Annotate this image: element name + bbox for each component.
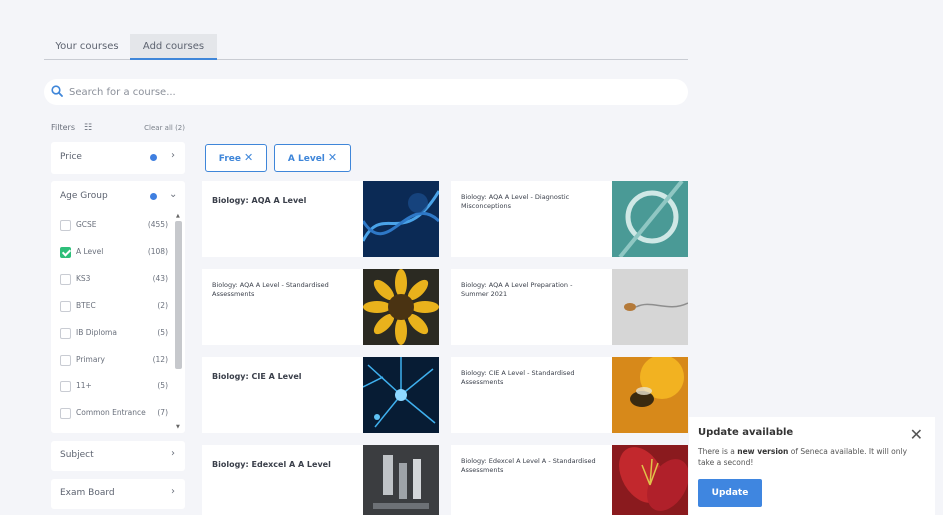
option-count: (455)	[147, 220, 168, 229]
filters-header: Filters ☷ Clear all (2)	[51, 123, 185, 135]
option-count: (7)	[157, 408, 168, 417]
toast-message: There is a new version of Seneca availab…	[698, 446, 918, 468]
scroll-down-arrow[interactable]: ▼	[176, 424, 180, 430]
age-group-scrollbar[interactable]: ▲ ▼	[174, 213, 183, 431]
clear-all-link[interactable]: Clear all (2)	[144, 124, 185, 132]
option-label: GCSE	[76, 220, 97, 229]
age-option-11-plus[interactable]: 11+ (5)	[60, 380, 168, 394]
close-icon[interactable]: ✕	[910, 425, 923, 444]
chip-free[interactable]: Free ✕	[205, 144, 267, 172]
checkbox[interactable]	[60, 301, 71, 312]
close-icon[interactable]: ✕	[244, 151, 253, 164]
filter-subject[interactable]: Subject ›	[51, 441, 185, 471]
dna-helix-image	[363, 181, 439, 257]
course-card[interactable]: Biology: CIE A Level	[202, 357, 439, 433]
toast-message-pre: There is a	[698, 447, 735, 456]
option-count: (43)	[152, 274, 168, 283]
filter-age-group: Age Group ⌄ GCSE (455) A Level (108) KS3…	[51, 181, 185, 433]
option-count: (5)	[157, 328, 168, 337]
microscope-image	[363, 445, 439, 515]
course-title: Biology: AQA A Level Preparation - Summe…	[461, 281, 573, 298]
tab-add-courses[interactable]: Add courses	[130, 34, 217, 60]
option-label: 11+	[76, 381, 92, 390]
age-option-common-entrance[interactable]: Common Entrance (7)	[60, 407, 168, 421]
tab-your-courses[interactable]: Your courses	[44, 34, 130, 60]
filter-exam-board[interactable]: Exam Board ›	[51, 479, 185, 509]
option-label: BTEC	[76, 301, 96, 310]
checkbox[interactable]	[60, 220, 71, 231]
chip-label: A Level	[287, 154, 325, 164]
course-card[interactable]: Biology: Edexcel A A Level	[202, 445, 439, 515]
chip-a-level[interactable]: A Level ✕	[274, 144, 351, 172]
chevron-right-icon: ›	[171, 150, 175, 161]
option-label: Common Entrance	[76, 408, 146, 417]
course-title: Biology: AQA A Level - Diagnostic Miscon…	[461, 193, 570, 210]
filters-label: Filters	[51, 123, 75, 132]
search-input[interactable]	[69, 83, 669, 101]
checkbox[interactable]	[60, 381, 71, 392]
active-filter-dot	[150, 193, 157, 200]
filter-subject-title: Subject	[60, 450, 94, 460]
bee-on-flower-image	[612, 357, 688, 433]
scroll-up-arrow[interactable]: ▲	[176, 213, 180, 219]
toast-title: Update available	[698, 427, 794, 438]
age-option-btec[interactable]: BTEC (2)	[60, 300, 168, 314]
course-title: Biology: AQA A Level	[212, 196, 307, 205]
filter-exam-board-title: Exam Board	[60, 488, 115, 498]
dna-circle-image	[612, 181, 688, 257]
course-tabs: Your courses Add courses	[44, 34, 688, 60]
scrollbar-thumb[interactable]	[175, 221, 182, 369]
option-label: A Level	[76, 247, 104, 256]
course-title: Biology: Edexcel A Level A - Standardise…	[461, 457, 596, 474]
age-option-primary[interactable]: Primary (12)	[60, 354, 168, 368]
filter-age-group-title[interactable]: Age Group	[60, 191, 108, 201]
course-title: Biology: Edexcel A A Level	[212, 460, 331, 469]
course-card[interactable]: Biology: CIE A Level - Standardised Asse…	[451, 357, 688, 433]
age-option-ib-diploma[interactable]: IB Diploma (5)	[60, 327, 168, 341]
course-card[interactable]: Biology: AQA A Level - Diagnostic Miscon…	[451, 181, 688, 257]
checkbox-checked[interactable]	[60, 247, 71, 258]
option-label: KS3	[76, 274, 91, 283]
update-button[interactable]: Update	[698, 479, 762, 507]
chevron-down-icon[interactable]: ⌄	[169, 189, 177, 200]
filter-price-title: Price	[60, 152, 82, 162]
toast-message-bold: new version	[737, 447, 789, 456]
checkbox[interactable]	[60, 274, 71, 285]
course-card[interactable]: Biology: AQA A Level Preparation - Summe…	[451, 269, 688, 345]
age-option-a-level[interactable]: A Level (108)	[60, 246, 168, 260]
option-count: (12)	[152, 355, 168, 364]
chevron-right-icon: ›	[171, 486, 175, 497]
age-option-gcse[interactable]: GCSE (455)	[60, 219, 168, 233]
age-option-ks3[interactable]: KS3 (43)	[60, 273, 168, 287]
option-count: (5)	[157, 381, 168, 390]
update-toast: Update available ✕ There is a new versio…	[689, 417, 935, 515]
course-title: Biology: CIE A Level - Standardised Asse…	[461, 369, 575, 386]
option-label: Primary	[76, 355, 105, 364]
checkbox[interactable]	[60, 328, 71, 339]
chevron-right-icon: ›	[171, 448, 175, 459]
option-count: (2)	[157, 301, 168, 310]
close-icon[interactable]: ✕	[328, 151, 337, 164]
option-count: (108)	[147, 247, 168, 256]
lily-flower-image	[612, 445, 688, 515]
filter-sliders-icon: ☷	[84, 123, 93, 133]
course-title: Biology: CIE A Level	[212, 372, 302, 381]
search-icon	[51, 85, 63, 97]
search-bar	[44, 79, 688, 105]
course-card[interactable]: Biology: AQA A Level - Standardised Asse…	[202, 269, 439, 345]
checkbox[interactable]	[60, 355, 71, 366]
chip-label: Free	[218, 154, 241, 164]
neurons-image	[363, 357, 439, 433]
option-label: IB Diploma	[76, 328, 117, 337]
checkbox[interactable]	[60, 408, 71, 419]
course-title: Biology: AQA A Level - Standardised Asse…	[212, 281, 329, 298]
active-filter-dot	[150, 154, 157, 161]
filter-price[interactable]: Price ›	[51, 142, 185, 174]
course-card[interactable]: Biology: Edexcel A Level A - Standardise…	[451, 445, 688, 515]
course-card[interactable]: Biology: AQA A Level	[202, 181, 439, 257]
sunflower-image	[363, 269, 439, 345]
sperm-cell-image	[612, 269, 688, 345]
